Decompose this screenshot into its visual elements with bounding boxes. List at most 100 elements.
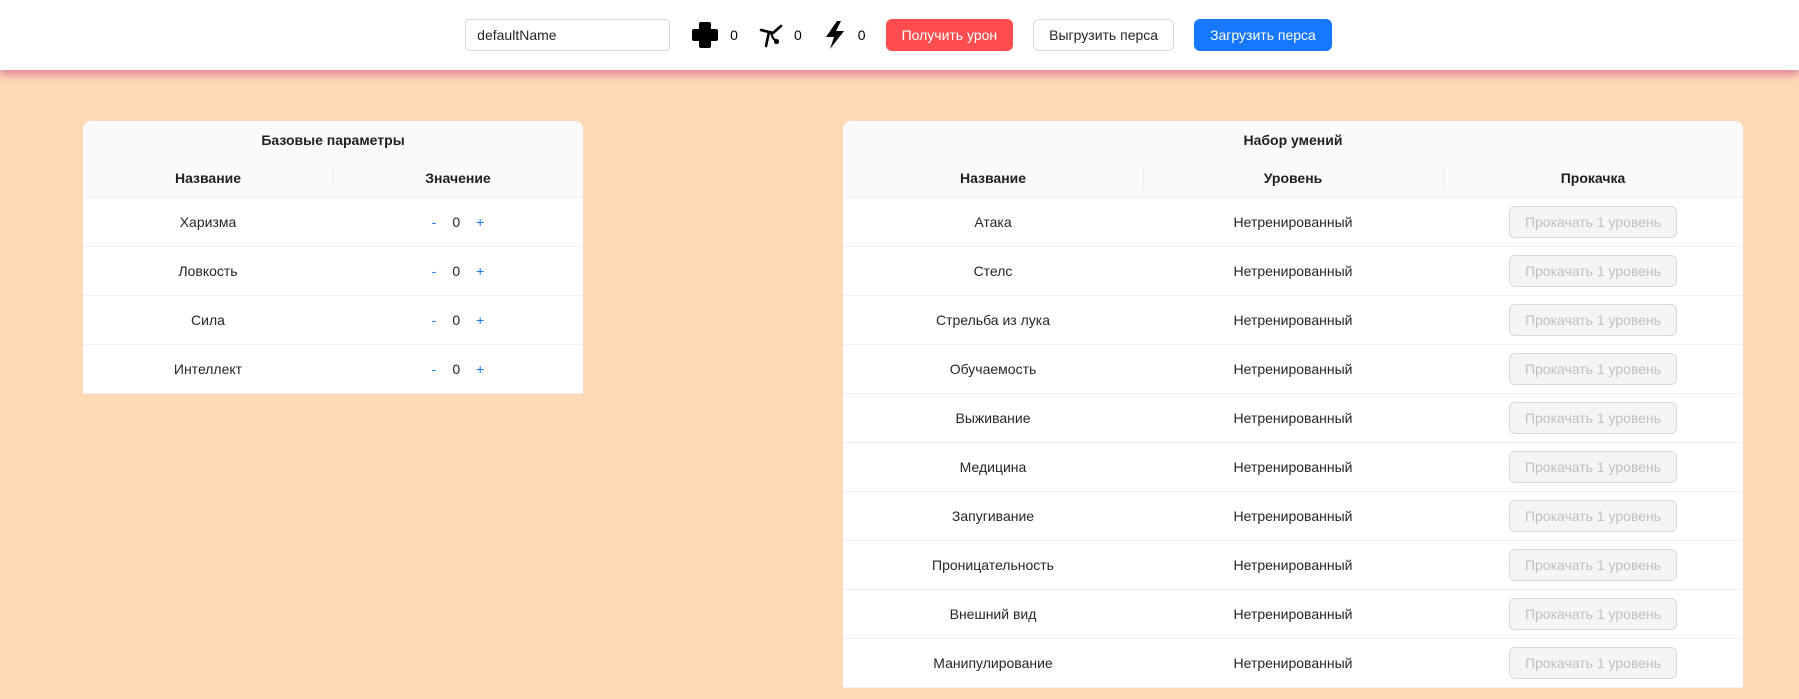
skills-table: Набор умений Название Уровень Прокачка А…	[843, 121, 1743, 688]
skill-upgrade-cell: Прокачать 1 уровень	[1443, 197, 1743, 247]
export-character-button[interactable]: Выгрузить перса	[1033, 19, 1175, 51]
increment-button[interactable]: +	[468, 263, 492, 279]
param-name: Харизма	[83, 197, 333, 247]
param-value: 0	[452, 263, 461, 279]
health-cross-icon	[690, 20, 720, 50]
skill-name: Медицина	[843, 442, 1143, 492]
table-row: Проницательность Нетренированный Прокача…	[843, 540, 1743, 590]
health-stat: 0	[690, 20, 738, 50]
skill-name: Атака	[843, 197, 1143, 247]
table-row: Манипулирование Нетренированный Прокачат…	[843, 638, 1743, 688]
level-up-button[interactable]: Прокачать 1 уровень	[1508, 647, 1678, 679]
skill-upgrade-cell: Прокачать 1 уровень	[1443, 246, 1743, 296]
table-row: Ловкость - 0 +	[83, 246, 583, 296]
skill-upgrade-cell: Прокачать 1 уровень	[1443, 540, 1743, 590]
evasion-value: 0	[793, 27, 802, 43]
skill-name: Стрельба из лука	[843, 295, 1143, 345]
skill-level: Нетренированный	[1143, 246, 1443, 296]
level-up-button[interactable]: Прокачать 1 уровень	[1508, 500, 1678, 532]
evasion-stat: 0	[758, 22, 802, 48]
level-up-button[interactable]: Прокачать 1 уровень	[1508, 206, 1678, 238]
level-up-button[interactable]: Прокачать 1 уровень	[1508, 451, 1678, 483]
import-character-button[interactable]: Загрузить перса	[1194, 19, 1332, 51]
column-header-level: Уровень	[1143, 159, 1443, 198]
table-row: Выживание Нетренированный Прокачать 1 ур…	[843, 393, 1743, 443]
skill-level: Нетренированный	[1143, 197, 1443, 247]
param-stepper: - 0 +	[424, 214, 493, 230]
energy-bolt-icon	[822, 20, 848, 50]
skill-name: Стелс	[843, 246, 1143, 296]
param-name: Сила	[83, 295, 333, 345]
table-row: Медицина Нетренированный Прокачать 1 уро…	[843, 442, 1743, 492]
table-row: Стрельба из лука Нетренированный Прокача…	[843, 295, 1743, 345]
level-up-button[interactable]: Прокачать 1 уровень	[1508, 402, 1678, 434]
skill-level: Нетренированный	[1143, 638, 1443, 688]
skill-level: Нетренированный	[1143, 393, 1443, 443]
decrement-button[interactable]: -	[424, 263, 445, 279]
skill-upgrade-cell: Прокачать 1 уровень	[1443, 295, 1743, 345]
param-value: 0	[452, 312, 461, 328]
top-bar: 0 0 0 Получить урон Выгрузить пер	[0, 0, 1799, 70]
skill-level: Нетренированный	[1143, 295, 1443, 345]
energy-stat: 0	[822, 20, 866, 50]
table-row: Сила - 0 +	[83, 295, 583, 345]
param-stepper: - 0 +	[424, 361, 493, 377]
skill-name: Внешний вид	[843, 589, 1143, 639]
column-header-upgrade: Прокачка	[1443, 159, 1743, 198]
skills-panel: Набор умений Название Уровень Прокачка А…	[843, 121, 1743, 688]
skill-level: Нетренированный	[1143, 589, 1443, 639]
param-value: 0	[452, 361, 461, 377]
top-bar-content: 0 0 0 Получить урон Выгрузить пер	[465, 19, 1332, 51]
param-name: Интеллект	[83, 344, 333, 394]
param-value-cell: - 0 +	[333, 197, 583, 247]
column-header-name: Название	[83, 159, 333, 198]
skills-title: Набор умений	[843, 121, 1743, 159]
skill-name: Запугивание	[843, 491, 1143, 541]
skill-level: Нетренированный	[1143, 491, 1443, 541]
skill-level: Нетренированный	[1143, 442, 1443, 492]
increment-button[interactable]: +	[468, 312, 492, 328]
health-value: 0	[730, 27, 738, 43]
table-row: Запугивание Нетренированный Прокачать 1 …	[843, 491, 1743, 541]
level-up-button[interactable]: Прокачать 1 уровень	[1508, 549, 1678, 581]
param-value: 0	[452, 214, 461, 230]
evasion-icon	[758, 22, 784, 48]
skill-upgrade-cell: Прокачать 1 уровень	[1443, 638, 1743, 688]
table-row: Стелс Нетренированный Прокачать 1 уровен…	[843, 246, 1743, 296]
level-up-button[interactable]: Прокачать 1 уровень	[1508, 255, 1678, 287]
base-params-panel: Базовые параметры Название Значение Хари…	[83, 121, 583, 394]
skill-name: Манипулирование	[843, 638, 1143, 688]
column-header-value: Значение	[333, 159, 583, 198]
increment-button[interactable]: +	[468, 361, 492, 377]
param-value-cell: - 0 +	[333, 295, 583, 345]
base-params-title: Базовые параметры	[83, 121, 583, 159]
param-stepper: - 0 +	[424, 263, 493, 279]
base-params-table: Базовые параметры Название Значение Хари…	[83, 121, 583, 394]
level-up-button[interactable]: Прокачать 1 уровень	[1508, 353, 1678, 385]
skill-name: Выживание	[843, 393, 1143, 443]
table-row: Интеллект - 0 +	[83, 344, 583, 394]
decrement-button[interactable]: -	[424, 361, 445, 377]
level-up-button[interactable]: Прокачать 1 уровень	[1508, 304, 1678, 336]
table-row: Атака Нетренированный Прокачать 1 уровен…	[843, 197, 1743, 247]
skill-upgrade-cell: Прокачать 1 уровень	[1443, 589, 1743, 639]
skill-level: Нетренированный	[1143, 344, 1443, 394]
skill-level: Нетренированный	[1143, 540, 1443, 590]
param-value-cell: - 0 +	[333, 246, 583, 296]
skill-upgrade-cell: Прокачать 1 уровень	[1443, 442, 1743, 492]
increment-button[interactable]: +	[468, 214, 492, 230]
decrement-button[interactable]: -	[424, 312, 445, 328]
skill-upgrade-cell: Прокачать 1 уровень	[1443, 491, 1743, 541]
level-up-button[interactable]: Прокачать 1 уровень	[1508, 598, 1678, 630]
column-header-name: Название	[843, 159, 1143, 198]
table-row: Обучаемость Нетренированный Прокачать 1 …	[843, 344, 1743, 394]
param-value-cell: - 0 +	[333, 344, 583, 394]
param-name: Ловкость	[83, 246, 333, 296]
table-row: Внешний вид Нетренированный Прокачать 1 …	[843, 589, 1743, 639]
skill-upgrade-cell: Прокачать 1 уровень	[1443, 344, 1743, 394]
character-name-input[interactable]	[465, 19, 671, 51]
skill-name: Обучаемость	[843, 344, 1143, 394]
energy-value: 0	[857, 27, 866, 43]
take-damage-button[interactable]: Получить урон	[885, 19, 1014, 51]
decrement-button[interactable]: -	[424, 214, 445, 230]
